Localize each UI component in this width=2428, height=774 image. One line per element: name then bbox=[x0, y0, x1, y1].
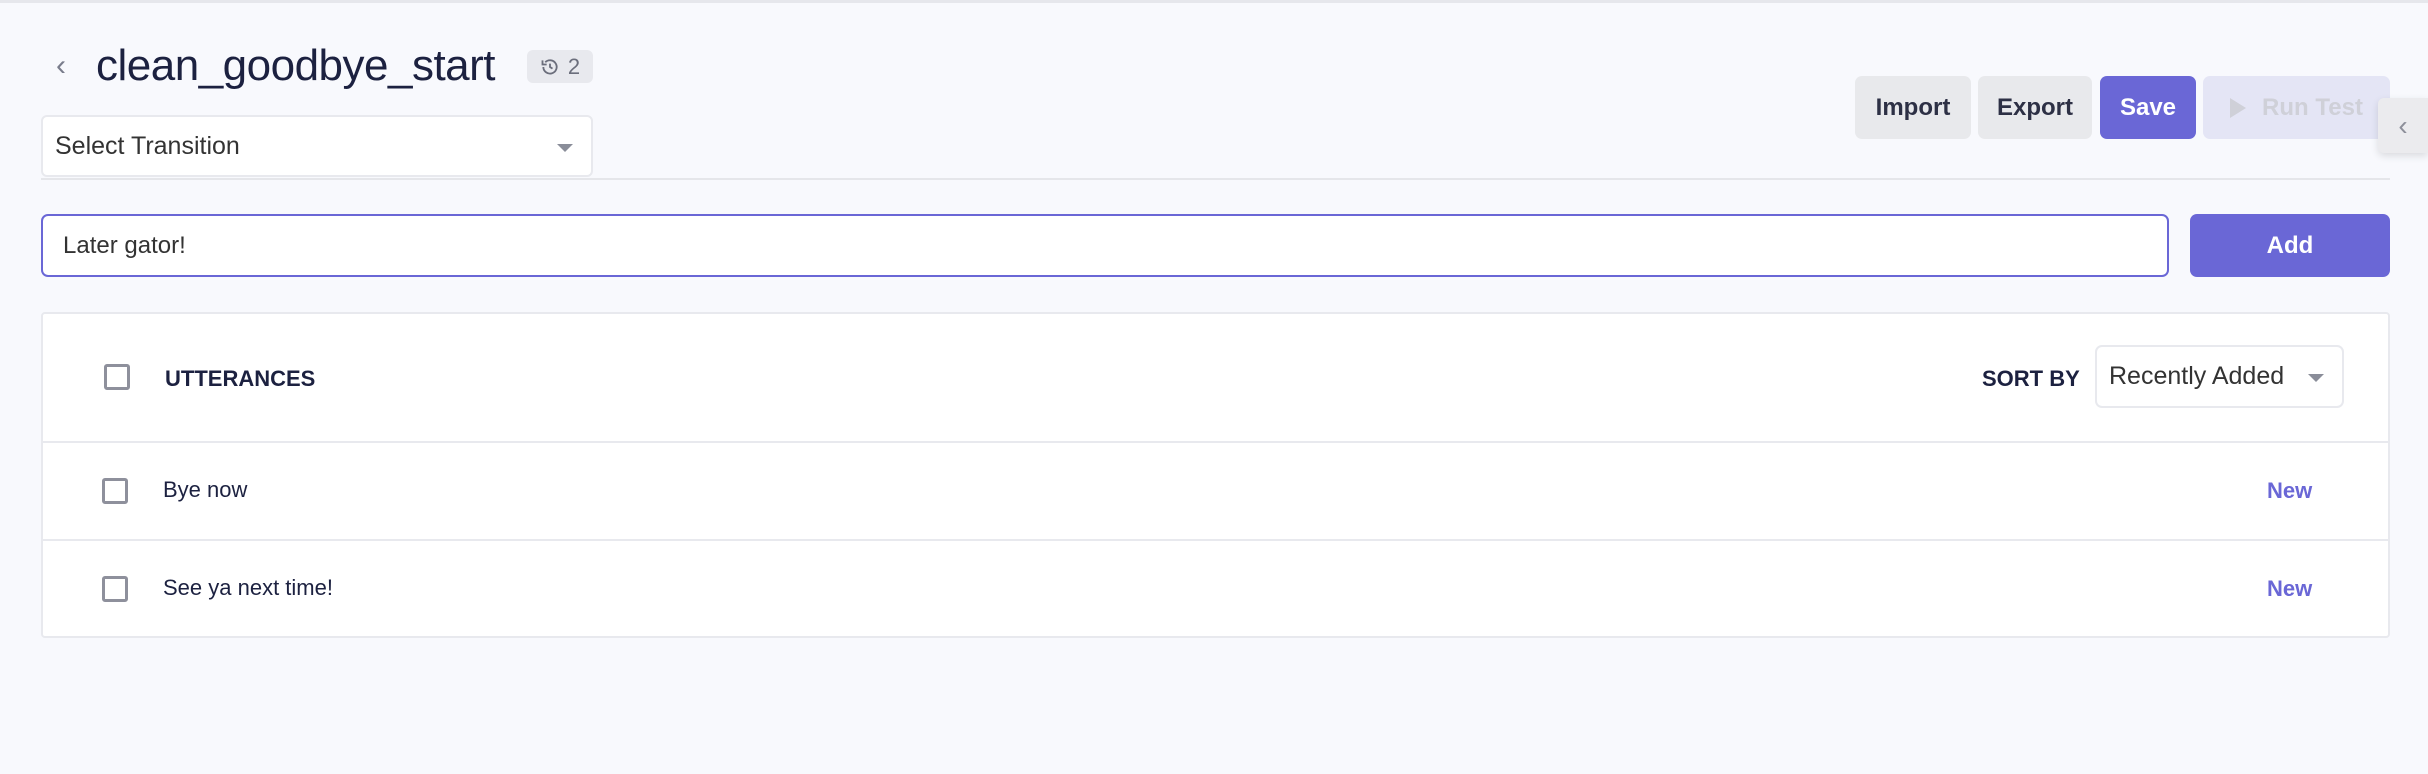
page-title: clean_goodbye_start bbox=[96, 41, 496, 90]
status-badge: New bbox=[2267, 478, 2313, 503]
table-row: Bye now New bbox=[43, 441, 2388, 539]
back-chevron-icon[interactable]: ‹ bbox=[56, 48, 80, 84]
sort-select[interactable]: Recently Added bbox=[2095, 345, 2344, 408]
history-badge[interactable]: 2 bbox=[527, 50, 593, 83]
run-test-button[interactable]: Run Test bbox=[2203, 76, 2390, 139]
caret-down-icon bbox=[557, 144, 573, 152]
transition-select[interactable]: Select Transition bbox=[41, 115, 593, 177]
select-all-checkbox[interactable] bbox=[104, 364, 130, 390]
transition-select-value: Select Transition bbox=[55, 131, 240, 160]
history-count: 2 bbox=[567, 53, 581, 79]
row-checkbox[interactable] bbox=[102, 478, 128, 504]
run-test-label: Run Test bbox=[2262, 93, 2363, 121]
utterances-header: UTTERANCES bbox=[165, 366, 316, 391]
sort-select-value: Recently Added bbox=[2109, 362, 2285, 390]
caret-down-icon bbox=[2308, 374, 2324, 382]
table-row: See ya next time! New bbox=[43, 539, 2388, 637]
divider bbox=[41, 178, 2390, 180]
sort-by-label: SORT BY bbox=[1982, 366, 2080, 391]
play-icon bbox=[2230, 97, 2247, 118]
collapse-panel-chevron-icon[interactable]: ‹ bbox=[2378, 98, 2428, 153]
utterance-input[interactable] bbox=[41, 214, 2169, 277]
history-icon bbox=[541, 58, 558, 75]
status-badge: New bbox=[2267, 576, 2313, 601]
row-checkbox[interactable] bbox=[102, 576, 128, 602]
add-button[interactable]: Add bbox=[2190, 214, 2390, 277]
save-button[interactable]: Save bbox=[2100, 76, 2196, 139]
utterance-text: See ya next time! bbox=[163, 575, 333, 600]
export-button[interactable]: Export bbox=[1978, 76, 2092, 139]
utterances-table: UTTERANCES SORT BY Recently Added Bye no… bbox=[41, 312, 2390, 638]
import-button[interactable]: Import bbox=[1855, 76, 1971, 139]
top-border bbox=[0, 0, 2428, 3]
utterance-text: Bye now bbox=[163, 477, 248, 502]
